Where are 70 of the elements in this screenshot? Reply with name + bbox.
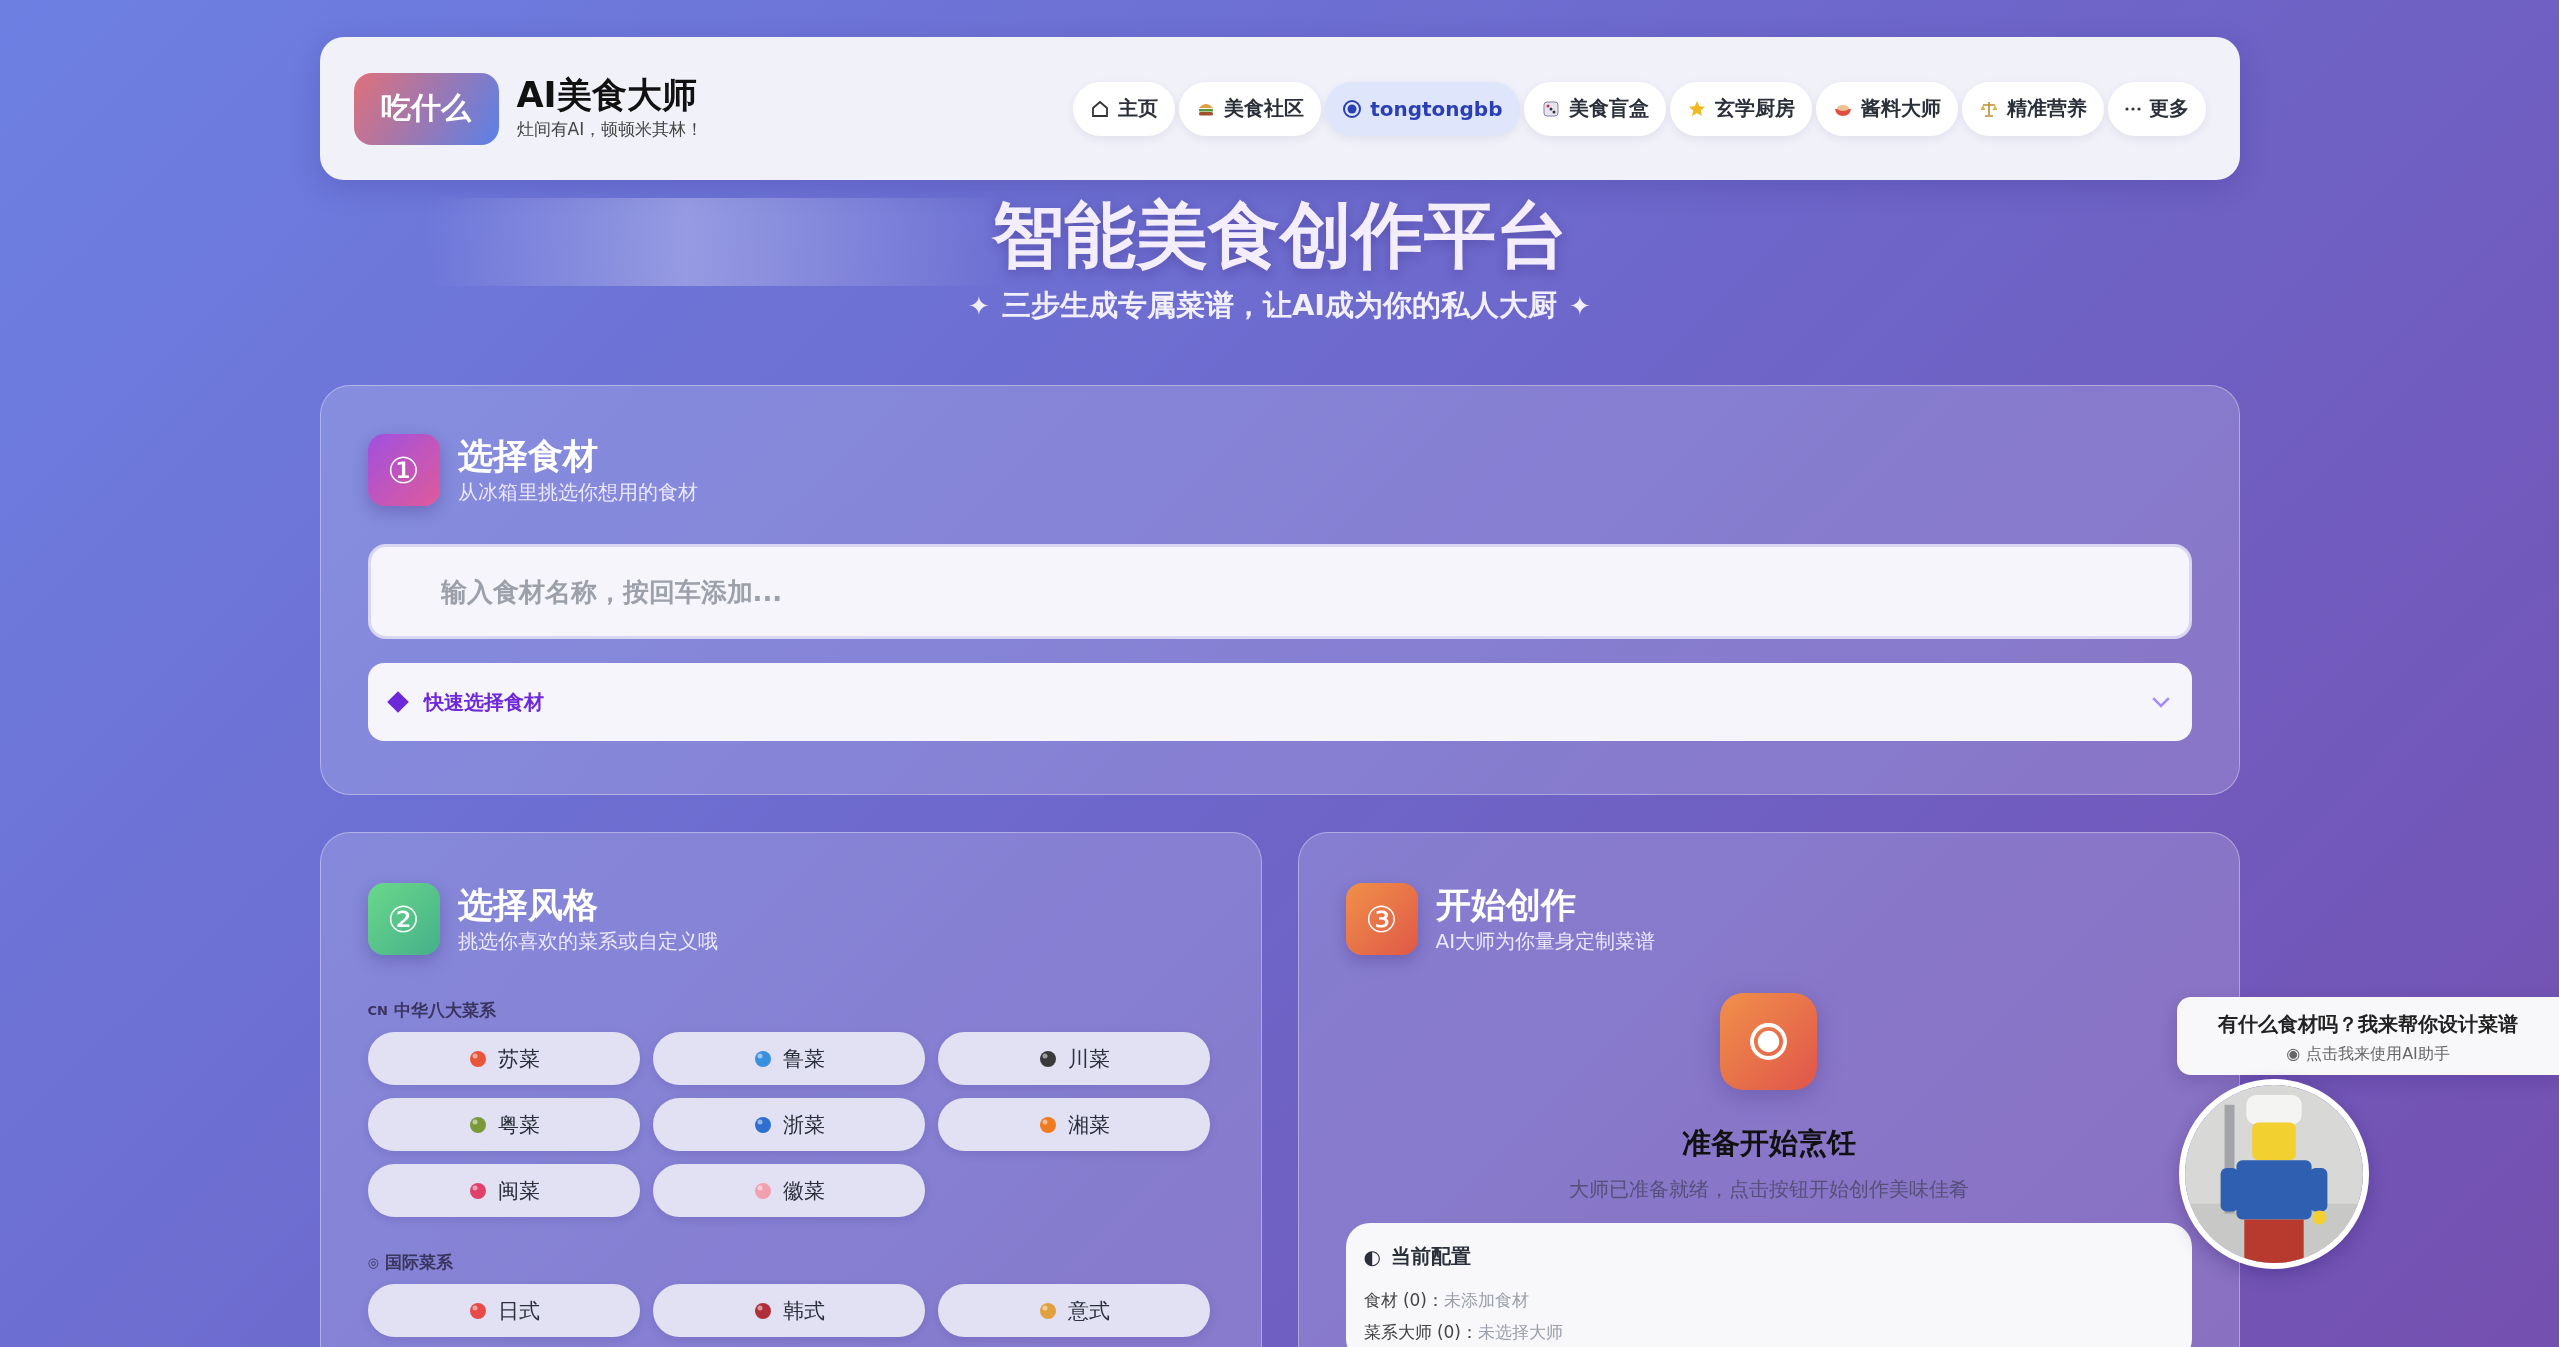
nav-tab[interactable]: 玄学厨房	[1669, 81, 1812, 136]
nav-tab[interactable]: 酱料大师	[1815, 81, 1958, 136]
nav-tab[interactable]: tongtongbb	[1325, 81, 1520, 136]
home-icon	[1090, 98, 1111, 119]
cuisine-button[interactable]: 鲁菜	[652, 1032, 925, 1085]
step-subtitle: 挑选你喜欢的菜系或自定义哦	[457, 927, 718, 955]
group-mark: ◎	[367, 1255, 379, 1270]
cuisine-button[interactable]: 日式	[367, 1284, 640, 1337]
cuisine-button[interactable]: 湘菜	[937, 1098, 1210, 1151]
config-title: 当前配置	[1390, 1243, 1471, 1270]
chat-bubble[interactable]: 有什么食材吗？我来帮你设计菜谱 ◉ 点击我来使用AI助手	[2177, 997, 2559, 1075]
step-subtitle: 从冰箱里挑选你想用的食材	[457, 478, 698, 506]
ingredient-input[interactable]: 输入食材名称，按回车添加...	[367, 544, 2192, 639]
app-title: AI美食大师	[516, 76, 698, 115]
cuisine-button[interactable]: 闽菜	[367, 1164, 640, 1217]
food-icon	[752, 1300, 773, 1321]
assistant-message: 有什么食材吗？我来帮你设计菜谱	[2217, 1011, 2519, 1038]
quick-select-label: 快速选择食材	[423, 688, 545, 716]
config-label: 菜系大师 (0)：	[1363, 1322, 1478, 1343]
status-text: 大师已准备就绪，点击按钮开始创作美味佳肴	[1568, 1176, 1969, 1203]
food-icon	[752, 1048, 773, 1069]
group-label: 中华八大菜系	[393, 999, 496, 1022]
group-label: 国际菜系	[384, 1251, 453, 1274]
config-label: 食材 (0)：	[1363, 1290, 1444, 1310]
food-icon	[1037, 1114, 1058, 1135]
nav-tab[interactable]: 主页	[1073, 81, 1176, 136]
food-icon	[467, 1048, 488, 1069]
more-icon	[2124, 106, 2141, 111]
food-icon	[752, 1180, 773, 1201]
food-icon	[467, 1180, 488, 1201]
hint-mark: ◉	[2286, 1044, 2301, 1065]
step-number: ②	[367, 883, 440, 955]
cuisine-button[interactable]: 川菜	[937, 1032, 1210, 1085]
config-mark: ◐	[1363, 1244, 1381, 1269]
nav-tab[interactable]: 精准营养	[1961, 81, 2104, 136]
food-icon	[752, 1114, 773, 1135]
step-number: ③	[1345, 883, 1418, 955]
config-value: 未选择大师	[1478, 1322, 1563, 1343]
quick-select-bar[interactable]: 快速选择食材	[367, 663, 2192, 741]
diamond-icon	[385, 690, 410, 714]
assistant-hint: 点击我来使用AI助手	[2306, 1044, 2450, 1065]
hero-subtitle: 三步生成专属菜谱，让AI成为你的私人大厨	[1001, 287, 1558, 325]
step-number: ①	[367, 434, 440, 506]
cuisine-button[interactable]: 意式	[937, 1284, 1210, 1337]
food-icon	[467, 1300, 488, 1321]
cuisine-button[interactable]: 粤菜	[367, 1098, 640, 1151]
nav-tab[interactable]: 美食盲盒	[1523, 81, 1666, 136]
food-icon	[1037, 1048, 1058, 1069]
cuisine-button[interactable]: 徽菜	[652, 1164, 925, 1217]
record-icon	[1720, 993, 1817, 1090]
nav-tab[interactable]: 美食社区	[1179, 81, 1322, 136]
sparkle-icon: ✦	[968, 291, 990, 322]
tagline: 灶间有AI，顿顿米其林！	[516, 117, 704, 141]
step-title: 开始创作	[1435, 883, 1577, 926]
hero-title: 智能美食创作平台	[991, 192, 1568, 279]
cuisine-button[interactable]: 韩式	[652, 1284, 925, 1337]
step-subtitle: AI大师为你量身定制菜谱	[1435, 927, 1656, 955]
cuisine-button[interactable]: 浙菜	[652, 1098, 925, 1151]
logo-badge[interactable]: 吃什么	[353, 72, 499, 145]
food-icon	[467, 1114, 488, 1135]
nav-tab[interactable]: 更多	[2107, 81, 2206, 136]
food-icon	[1037, 1300, 1058, 1321]
step-title: 选择食材	[457, 434, 599, 477]
group-mark: CN	[367, 1003, 388, 1018]
radio-icon	[1342, 98, 1363, 119]
status-title: 准备开始烹饪	[1681, 1125, 1856, 1162]
cuisine-button[interactable]: 苏菜	[367, 1032, 640, 1085]
step-title: 选择风格	[457, 883, 599, 926]
config-value: 未添加食材	[1444, 1290, 1529, 1310]
sparkle-icon: ✦	[1569, 291, 1591, 322]
